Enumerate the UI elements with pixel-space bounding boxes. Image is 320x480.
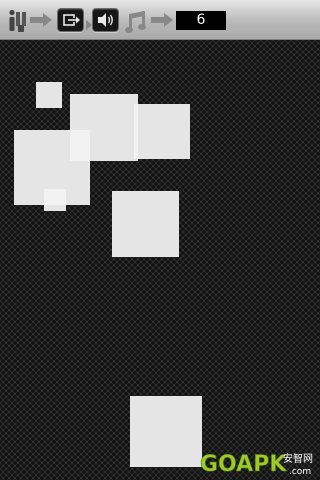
block[interactable] [130,396,202,467]
block[interactable] [112,191,179,257]
arrow-right-icon [151,12,173,28]
watermark-chinese: 安智网 [283,452,313,465]
sound-button[interactable] [92,8,119,32]
goapk-watermark: GOAPK 安智网 .com [200,449,318,478]
exit-button[interactable] [57,8,84,32]
music-note-icon[interactable] [124,8,150,34]
speaker-icon [98,13,113,27]
arrow-right-icon [30,12,52,28]
top-toolbar: 6 [0,0,320,40]
score-display: 6 [176,11,226,30]
block[interactable] [44,189,66,211]
info-icon[interactable] [4,8,30,34]
watermark-brand: GOAPK [200,452,287,477]
exit-icon [63,14,80,26]
watermark-domain: .com [289,467,311,477]
block[interactable] [36,82,62,108]
game-board[interactable]: GOAPK 安智网 .com [0,40,320,480]
block[interactable] [134,104,190,159]
